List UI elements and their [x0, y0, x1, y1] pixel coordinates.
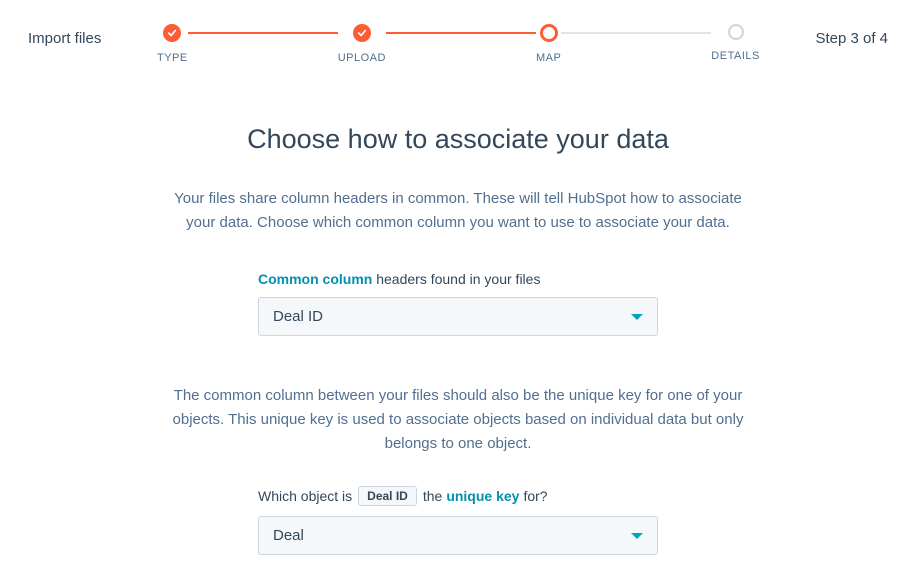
common-column-label-text: headers found in your files	[372, 271, 540, 287]
check-icon	[353, 24, 371, 42]
pending-step-icon	[728, 24, 744, 40]
step-type[interactable]: TYPE	[157, 24, 188, 64]
step-upload[interactable]: UPLOAD	[338, 24, 386, 64]
step-label: MAP	[536, 52, 561, 64]
common-column-select[interactable]: Deal ID	[258, 297, 658, 336]
chevron-down-icon	[631, 314, 643, 320]
current-step-icon	[540, 24, 558, 42]
unique-key-object-select[interactable]: Deal	[258, 516, 658, 555]
common-column-block: Common column headers found in your file…	[258, 271, 658, 336]
step-counter: Step 3 of 4	[815, 24, 888, 47]
header-left-title: Import files	[28, 24, 101, 47]
step-label: DETAILS	[711, 50, 760, 62]
main-content: Choose how to associate your data Your f…	[138, 64, 778, 555]
unique-key-question: Which object is Deal ID the unique key f…	[258, 486, 658, 506]
unique-key-link[interactable]: unique key	[446, 488, 519, 504]
stepper-connector	[386, 32, 536, 34]
unique-key-description: The common column between your files sho…	[138, 384, 778, 456]
stepper-connector	[188, 32, 338, 34]
step-label: TYPE	[157, 52, 188, 64]
progress-stepper: TYPE UPLOAD MAP DETAILS	[101, 24, 815, 64]
select-value: Deal ID	[273, 308, 323, 325]
step-details[interactable]: DETAILS	[711, 24, 760, 62]
page-description: Your files share column headers in commo…	[138, 187, 778, 235]
chevron-down-icon	[631, 533, 643, 539]
stepper-connector	[561, 32, 711, 34]
step-label: UPLOAD	[338, 52, 386, 64]
page-title: Choose how to associate your data	[138, 124, 778, 155]
header: Import files TYPE UPLOAD MAP DETAILS Ste…	[0, 0, 916, 64]
question-text: the	[423, 488, 442, 504]
common-column-label: Common column headers found in your file…	[258, 271, 658, 287]
step-map[interactable]: MAP	[536, 24, 561, 64]
unique-key-block: Which object is Deal ID the unique key f…	[258, 486, 658, 555]
question-text: for?	[523, 488, 547, 504]
column-chip: Deal ID	[358, 486, 417, 506]
check-icon	[163, 24, 181, 42]
question-text: Which object is	[258, 488, 352, 504]
common-column-link[interactable]: Common column	[258, 271, 372, 287]
select-value: Deal	[273, 527, 304, 544]
